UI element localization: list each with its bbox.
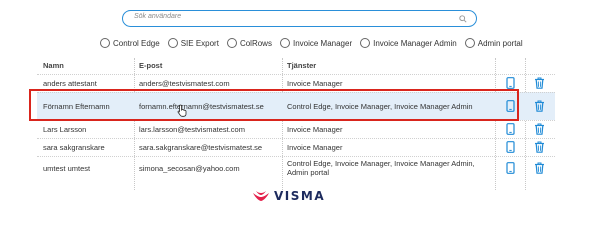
cell-name: sara sakgranskare — [43, 142, 105, 152]
cell-services: Invoice Manager — [287, 124, 343, 134]
visma-logo: VISMA — [252, 189, 325, 203]
column-header-services[interactable]: Tjänster — [287, 58, 316, 74]
trash-icon[interactable] — [534, 162, 545, 174]
checkbox[interactable] — [464, 38, 475, 48]
cell-name: umtest umtest — [43, 163, 91, 173]
table-row[interactable]: sara sakgranskare sara.sakgranskare@test… — [37, 138, 555, 156]
checkbox[interactable] — [167, 38, 178, 48]
checkbox[interactable] — [226, 38, 237, 48]
trash-icon[interactable] — [534, 77, 545, 89]
cell-email: simona_secosan@yahoo.com — [139, 163, 240, 173]
phone-icon[interactable] — [505, 77, 516, 89]
cell-email: sara.sakgranskare@testvismatest.se — [139, 142, 263, 152]
users-table: Namn E-post Tjänster anders attestant an… — [37, 58, 555, 190]
filter-label: Control Edge — [113, 38, 160, 48]
selection-highlight-box — [29, 89, 519, 121]
visma-logo-mark-icon — [253, 191, 269, 201]
checkbox[interactable] — [279, 38, 290, 48]
filter-sie-export[interactable]: SIE Export — [167, 38, 219, 48]
table-row[interactable]: umtest umtest simona_secosan@yahoo.com C… — [37, 156, 555, 180]
checkbox[interactable] — [100, 38, 110, 48]
table-row[interactable]: Lars Larsson lars.larsson@testvismatest.… — [37, 120, 555, 138]
trash-icon[interactable] — [534, 123, 545, 135]
filter-label: Admin portal — [477, 38, 523, 48]
filter-label: Invoice Manager — [292, 38, 353, 48]
checkbox[interactable] — [360, 38, 371, 48]
filter-label: Invoice Manager Admin — [373, 38, 457, 48]
filter-label: ColRows — [239, 38, 272, 48]
phone-icon[interactable] — [505, 141, 516, 153]
filter-label: SIE Export — [180, 38, 219, 48]
filter-control-edge[interactable]: Control Edge — [100, 38, 160, 48]
logo-text: VISMA — [274, 189, 326, 203]
cell-services: Control Edge, Invoice Manager, Invoice M… — [287, 159, 475, 177]
column-header-email[interactable]: E-post — [139, 58, 162, 74]
filter-invoice-manager[interactable]: Invoice Manager — [279, 38, 353, 48]
trash-icon[interactable] — [534, 100, 545, 112]
cell-name: Lars Larsson — [43, 124, 87, 134]
service-filters: Control Edge SIE Export ColRows Invoice … — [100, 36, 531, 50]
phone-icon[interactable] — [505, 162, 516, 174]
search-placeholder: Sök användare — [134, 13, 182, 20]
filter-colrows[interactable]: ColRows — [226, 38, 272, 48]
cell-email: lars.larsson@testvismatest.com — [139, 124, 245, 134]
cell-services: Invoice Manager — [287, 142, 343, 152]
search-input[interactable]: Sök användare — [122, 10, 477, 27]
column-header-name[interactable]: Namn — [43, 58, 64, 74]
search-icon[interactable] — [459, 15, 467, 23]
filter-admin-portal[interactable]: Admin portal — [464, 38, 523, 48]
phone-icon[interactable] — [505, 123, 516, 135]
trash-icon[interactable] — [534, 141, 545, 153]
filter-invoice-manager-admin[interactable]: Invoice Manager Admin — [360, 38, 457, 48]
